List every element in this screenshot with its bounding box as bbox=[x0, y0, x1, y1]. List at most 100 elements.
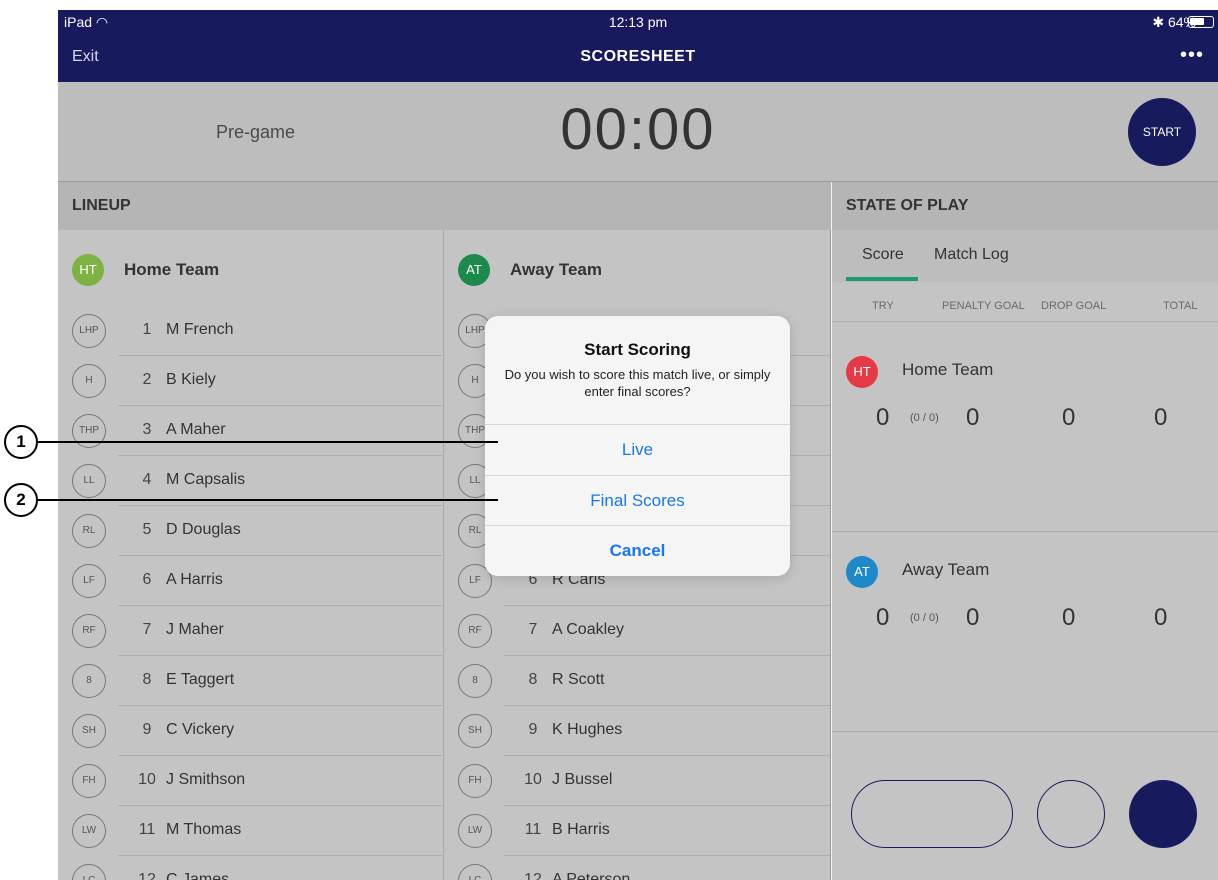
player-row[interactable]: SH 9 K Hughes bbox=[458, 706, 830, 756]
player-row[interactable]: LHP 1 M French bbox=[72, 306, 444, 356]
tab-score[interactable]: Score bbox=[862, 246, 904, 264]
player-row[interactable]: LW 11 M Thomas bbox=[72, 806, 444, 856]
state-of-play-panel: STATE OF PLAY Score Match Log TRY PENALT… bbox=[832, 182, 1218, 880]
player-name: B Harris bbox=[552, 821, 610, 838]
away-team-name: Away Team bbox=[510, 260, 602, 279]
player-number: 6 bbox=[142, 571, 152, 588]
tab-match-log[interactable]: Match Log bbox=[934, 246, 1009, 264]
home-penalty-goal: 0 bbox=[966, 404, 980, 431]
callout-2: 2 bbox=[4, 483, 38, 517]
player-row[interactable]: H 2 B Kiely bbox=[72, 356, 444, 406]
home-try: 0 bbox=[876, 404, 890, 431]
score-action-outline-button[interactable] bbox=[1037, 780, 1105, 848]
away-team-header[interactable]: AT Away Team bbox=[444, 230, 830, 306]
player-name: R Scott bbox=[552, 671, 605, 688]
away-penalty-detail: (0 / 0) bbox=[910, 612, 939, 624]
state-of-play-header: STATE OF PLAY bbox=[832, 182, 1218, 230]
player-row[interactable]: LW 11 B Harris bbox=[458, 806, 830, 856]
dialog-message: Do you wish to score this match live, or… bbox=[504, 367, 771, 399]
player-number: 9 bbox=[528, 721, 538, 738]
player-number: 1 bbox=[142, 321, 152, 338]
player-name: A Peterson bbox=[552, 871, 631, 880]
player-row[interactable]: RF 7 A Coakley bbox=[458, 606, 830, 656]
home-player-list: LHP 1 M French H 2 B Kiely THP 3 A Maher LL 4 M Cap… bbox=[58, 306, 444, 880]
position-badge: LW bbox=[458, 814, 492, 848]
player-row[interactable]: RL 5 D Douglas bbox=[72, 506, 444, 556]
callout-1-line bbox=[36, 441, 498, 443]
player-name: A Maher bbox=[166, 421, 226, 438]
home-penalty-detail: (0 / 0) bbox=[910, 412, 939, 424]
away-try: 0 bbox=[876, 604, 890, 631]
position-badge: FH bbox=[72, 764, 106, 798]
player-name: M Thomas bbox=[166, 821, 242, 838]
player-name: A Harris bbox=[166, 571, 223, 588]
cancel-button[interactable]: Cancel bbox=[485, 525, 790, 575]
position-badge: LL bbox=[72, 464, 106, 498]
callout-1: 1 bbox=[4, 425, 38, 459]
player-row[interactable]: LC 12 A Peterson bbox=[458, 856, 830, 880]
home-scorecard: HT Home Team 0 (0 / 0) 0 0 0 bbox=[832, 332, 1218, 532]
home-drop-goal: 0 bbox=[1062, 404, 1076, 431]
player-name: J Maher bbox=[166, 621, 224, 638]
live-button[interactable]: Live bbox=[485, 424, 790, 474]
final-scores-button[interactable]: Final Scores bbox=[485, 475, 790, 525]
player-number: 8 bbox=[142, 671, 152, 688]
position-badge: 8 bbox=[458, 664, 492, 698]
home-team-column: HT Home Team LHP 1 M French H 2 B Kiely THP 3 A … bbox=[58, 230, 444, 880]
player-number: 11 bbox=[138, 821, 156, 838]
player-number: 3 bbox=[142, 421, 152, 438]
score-action-filled-button[interactable] bbox=[1129, 780, 1197, 848]
position-badge: LHP bbox=[72, 314, 106, 348]
player-name: M French bbox=[166, 321, 234, 338]
dialog-title: Start Scoring bbox=[584, 340, 691, 359]
start-button[interactable]: START bbox=[1128, 98, 1196, 166]
player-number: 7 bbox=[142, 621, 152, 638]
bluetooth-icon: ✱ bbox=[1152, 14, 1165, 30]
col-penalty-goal: PENALTY GOAL bbox=[942, 300, 1025, 312]
player-name: E Taggert bbox=[166, 671, 235, 688]
player-row[interactable]: SH 9 C Vickery bbox=[72, 706, 444, 756]
away-penalty-goal: 0 bbox=[966, 604, 980, 631]
player-number: 10 bbox=[138, 771, 156, 788]
player-row[interactable]: RF 7 J Maher bbox=[72, 606, 444, 656]
status-time: 12:13 pm bbox=[608, 14, 668, 30]
start-scoring-dialog: Start Scoring Do you wish to score this … bbox=[485, 316, 790, 576]
player-name: D Douglas bbox=[166, 521, 241, 538]
player-row[interactable]: 8 8 E Taggert bbox=[72, 656, 444, 706]
player-number: 5 bbox=[142, 521, 152, 538]
home-team-badge: HT bbox=[72, 254, 104, 286]
player-row[interactable]: FH 10 J Bussel bbox=[458, 756, 830, 806]
page-title: SCORESHEET bbox=[580, 48, 696, 65]
position-badge: H bbox=[72, 364, 106, 398]
player-name: B Kiely bbox=[166, 371, 216, 388]
position-badge: SH bbox=[72, 714, 106, 748]
away-total: 0 bbox=[1154, 604, 1168, 631]
position-badge: RF bbox=[72, 614, 106, 648]
col-drop-goal: DROP GOAL bbox=[1041, 300, 1107, 312]
more-options-icon[interactable]: ••• bbox=[1180, 44, 1204, 67]
player-row[interactable]: 8 8 R Scott bbox=[458, 656, 830, 706]
player-name: C Vickery bbox=[166, 721, 235, 738]
player-number: 10 bbox=[524, 771, 542, 788]
player-row[interactable]: LC 12 C James bbox=[72, 856, 444, 880]
position-badge: FH bbox=[458, 764, 492, 798]
player-row[interactable]: THP 3 A Maher bbox=[72, 406, 444, 456]
player-name: C James bbox=[166, 871, 230, 880]
away-scorecard: AT Away Team 0 (0 / 0) 0 0 0 bbox=[832, 532, 1218, 732]
home-team-header[interactable]: HT Home Team bbox=[58, 230, 444, 306]
player-number: 2 bbox=[142, 371, 152, 388]
position-badge: LC bbox=[72, 864, 106, 880]
col-try: TRY bbox=[872, 300, 894, 312]
nav-bar: Exit SCORESHEET ••• bbox=[58, 34, 1218, 82]
player-number: 4 bbox=[142, 471, 152, 488]
col-total: TOTAL bbox=[1163, 300, 1198, 312]
active-tab-indicator bbox=[846, 277, 918, 281]
player-row[interactable]: FH 10 J Smithson bbox=[72, 756, 444, 806]
home-total: 0 bbox=[1154, 404, 1168, 431]
player-name: M Capsalis bbox=[166, 471, 246, 488]
player-number: 8 bbox=[528, 671, 538, 688]
score-action-pill-button[interactable] bbox=[851, 780, 1013, 848]
player-row[interactable]: LF 6 A Harris bbox=[72, 556, 444, 606]
position-badge: RF bbox=[458, 614, 492, 648]
home-score-team-name: Home Team bbox=[902, 360, 994, 379]
